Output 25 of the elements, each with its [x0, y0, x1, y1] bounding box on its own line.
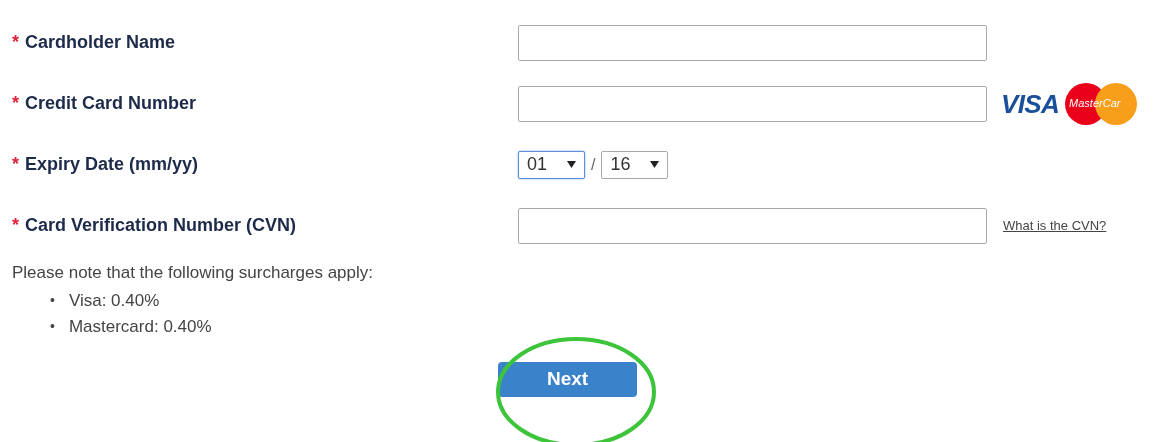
required-asterisk: *: [12, 214, 19, 237]
caret-icon: [650, 161, 660, 168]
surcharge-item: Mastercard: 0.40%: [68, 315, 212, 338]
date-separator: /: [591, 154, 596, 175]
field-label: Expiry Date (mm/yy): [25, 153, 199, 176]
visa-logo: VISA: [1001, 90, 1060, 117]
surcharge-item: Visa: 0.40%: [68, 289, 160, 312]
field-label: Card Verification Number (CVN): [25, 214, 297, 237]
input-field[interactable]: [518, 85, 987, 122]
input-field[interactable]: [518, 24, 987, 61]
mastercard-logo: MasterCar: [1065, 82, 1138, 125]
bullet: •: [50, 291, 55, 310]
help-link[interactable]: What is the CVN?: [1003, 215, 1107, 236]
required-asterisk: *: [12, 31, 19, 54]
field-label: Credit Card Number: [25, 92, 197, 115]
caret-icon: [567, 161, 576, 168]
required-asterisk: *: [12, 92, 19, 115]
required-asterisk: *: [12, 153, 19, 176]
bullet: •: [50, 317, 55, 336]
dropdown[interactable]: 01: [518, 150, 585, 179]
dropdown[interactable]: 16: [601, 150, 669, 179]
input-field[interactable]: [518, 207, 987, 244]
next-button[interactable]: Next: [498, 361, 637, 397]
field-label: Cardholder Name: [25, 31, 176, 54]
surcharge-note: Please note that the following surcharges apply:: [11, 262, 374, 284]
